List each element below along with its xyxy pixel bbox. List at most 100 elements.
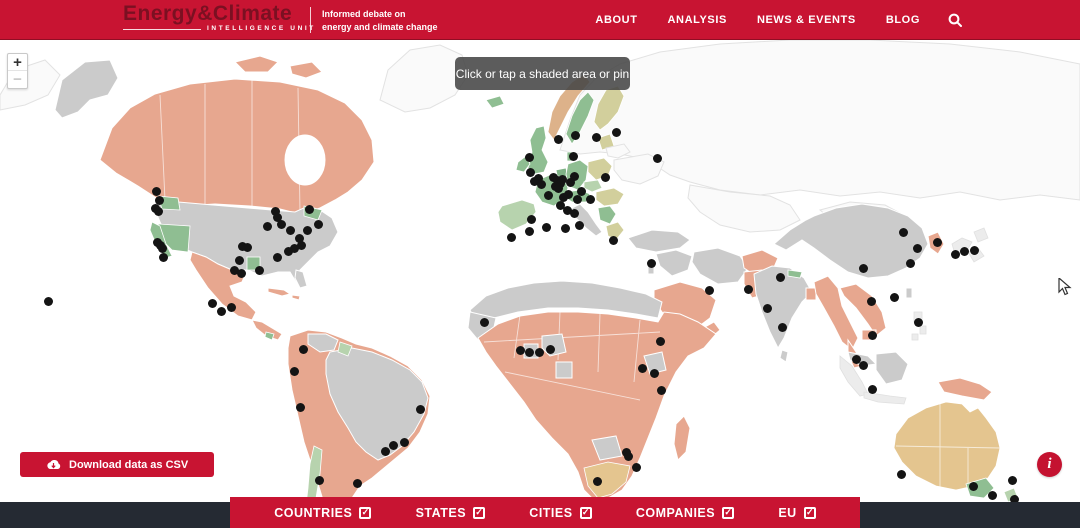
map-pin[interactable] [859,361,868,370]
map-pin[interactable] [154,207,163,216]
nav-analysis[interactable]: ANALYSIS [668,14,727,26]
map-pin[interactable] [544,191,553,200]
map-pin[interactable] [575,221,584,230]
map-region-north-america[interactable] [55,45,468,340]
map-pin[interactable] [988,491,997,500]
map-pin[interactable] [525,348,534,357]
map-pin[interactable] [566,178,575,187]
map-pin[interactable] [480,318,489,327]
map-pin[interactable] [913,244,922,253]
map-pin[interactable] [527,215,536,224]
map-pin[interactable] [653,154,662,163]
map-pin[interactable] [535,348,544,357]
nav-about[interactable]: ABOUT [595,14,637,26]
map-region-east-asia[interactable] [774,204,992,404]
map-pin[interactable] [353,479,362,488]
filter-countries[interactable]: COUNTRIES ✓ [274,506,371,520]
map-region-africa[interactable] [468,281,716,500]
map-pin[interactable] [314,220,323,229]
map-pin[interactable] [542,223,551,232]
map-pin[interactable] [546,345,555,354]
map-pin[interactable] [969,482,978,491]
map-pin[interactable] [273,253,282,262]
map-pin[interactable] [656,337,665,346]
map-pin[interactable] [389,441,398,450]
map-pin[interactable] [400,438,409,447]
map-pin[interactable] [561,224,570,233]
filter-eu-checkbox[interactable]: ✓ [804,507,816,519]
map-pin[interactable] [243,243,252,252]
map-pin[interactable] [208,299,217,308]
map-pin[interactable] [299,345,308,354]
map-pin[interactable] [217,307,226,316]
map-pin[interactable] [612,128,621,137]
filter-countries-checkbox[interactable]: ✓ [359,507,371,519]
map-pin[interactable] [647,259,656,268]
map-pin[interactable] [763,304,772,313]
map-pin[interactable] [890,293,899,302]
map-pin[interactable] [554,135,563,144]
map-pin[interactable] [305,205,314,214]
map-pin[interactable] [284,247,293,256]
map-pin[interactable] [899,228,908,237]
map-pin[interactable] [296,403,305,412]
map-pin[interactable] [569,152,578,161]
map-pin[interactable] [525,153,534,162]
map-pin[interactable] [416,405,425,414]
map-pin[interactable] [381,447,390,456]
map-pin[interactable] [744,285,753,294]
map-pin[interactable] [867,297,876,306]
map-pin[interactable] [315,476,324,485]
map-pin[interactable] [593,477,602,486]
filter-companies[interactable]: COMPANIES ✓ [636,506,734,520]
map-pin[interactable] [571,131,580,140]
search-icon[interactable] [948,0,962,40]
map-pin[interactable] [586,195,595,204]
map-pin[interactable] [290,367,299,376]
zoom-out-button[interactable]: − [8,71,27,88]
site-logo[interactable]: Energy&Climate INTELLIGENCE UNIT [123,3,316,33]
map-pin[interactable] [525,227,534,236]
download-csv-button[interactable]: Download data as CSV [20,452,214,477]
map-pin[interactable] [592,133,601,142]
map-pin[interactable] [152,187,161,196]
map-pin[interactable] [933,238,942,247]
map-pin[interactable] [632,463,641,472]
map-pin[interactable] [897,470,906,479]
nav-news-events[interactable]: NEWS & EVENTS [757,14,856,26]
nav-blog[interactable]: BLOG [886,14,920,26]
info-button[interactable]: i [1037,452,1062,477]
map-pin[interactable] [507,233,516,242]
map-region-south-asia[interactable] [754,266,886,368]
map-pin[interactable] [570,209,579,218]
map-pin[interactable] [573,195,582,204]
filter-states-checkbox[interactable]: ✓ [473,507,485,519]
map-pin[interactable] [609,236,618,245]
map-pin[interactable] [159,253,168,262]
map-pin[interactable] [263,222,272,231]
map-pin[interactable] [960,247,969,256]
map-pin[interactable] [227,303,236,312]
map-pin[interactable] [657,386,666,395]
map-pin[interactable] [235,256,244,265]
map-pin[interactable] [303,226,312,235]
map-pin[interactable] [914,318,923,327]
map-pin[interactable] [638,364,647,373]
map-pin[interactable] [951,250,960,259]
map-pin[interactable] [1008,476,1017,485]
map-pin[interactable] [970,246,979,255]
map-pin[interactable] [237,269,246,278]
map-pin[interactable] [526,168,535,177]
map-pin[interactable] [255,266,264,275]
map-region-oceania[interactable] [894,402,1018,514]
map-pin[interactable] [516,346,525,355]
map-pin[interactable] [624,452,633,461]
map-pin[interactable] [537,180,546,189]
map-pin[interactable] [601,173,610,182]
map-pin[interactable] [286,226,295,235]
map-pin[interactable] [868,385,877,394]
filter-cities[interactable]: CITIES ✓ [529,506,591,520]
map-pin[interactable] [44,297,53,306]
map-pin[interactable] [705,286,714,295]
filter-states[interactable]: STATES ✓ [416,506,485,520]
